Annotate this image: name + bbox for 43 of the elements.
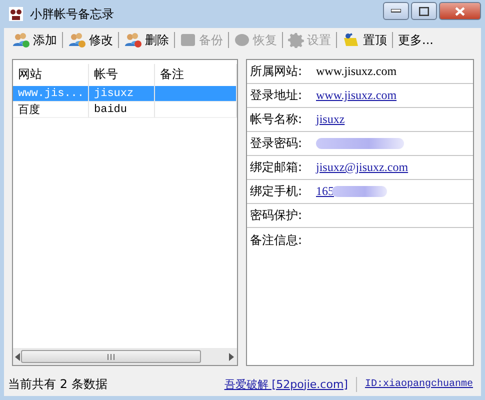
users-icon <box>124 32 142 48</box>
field-link[interactable]: jisuxz@jisuxz.com <box>316 160 408 175</box>
minimize-button[interactable] <box>383 2 409 20</box>
status-link[interactable]: ID:xiaopangchuanme <box>356 378 477 390</box>
field-label: 登录密码: <box>250 135 304 152</box>
window-title: 小胖帐号备忘录 <box>30 6 114 22</box>
horizontal-scrollbar[interactable] <box>13 348 237 365</box>
maximize-icon <box>419 6 429 16</box>
field-label: 绑定手机: <box>250 183 304 200</box>
users-icon <box>68 32 86 48</box>
users-icon <box>12 32 30 48</box>
table-cell[interactable] <box>155 86 237 102</box>
field-value: www.jisuxz.com <box>316 64 397 79</box>
grip-icon <box>106 354 116 360</box>
field-link[interactable]: www.jisuxz.com <box>316 88 397 103</box>
toolbar-button[interactable]: 删除 <box>120 32 173 48</box>
table-cell[interactable] <box>155 102 237 118</box>
toolbar-button[interactable]: 更多... <box>394 32 438 48</box>
gear-icon <box>288 32 304 48</box>
scroll-thumb[interactable] <box>21 350 201 363</box>
field-label: 绑定邮箱: <box>250 159 304 176</box>
app-icon <box>8 6 24 22</box>
blurred-value <box>332 186 387 197</box>
toolbar-button[interactable]: 添加 <box>8 32 61 48</box>
close-button[interactable] <box>439 2 481 20</box>
left-arrow-icon[interactable] <box>15 352 21 360</box>
toolbar-button[interactable]: 修改 <box>64 32 117 48</box>
field-label: 密码保护: <box>250 207 304 224</box>
field-label: 备注信息: <box>250 232 304 248</box>
field-link[interactable]: jisuxz <box>316 112 345 127</box>
status-link[interactable]: 吾爱破解 [52pojie.com] <box>216 376 357 392</box>
field-label: 帐号名称: <box>250 111 304 128</box>
status-text: 当前共有 2 条数据 <box>8 376 108 392</box>
right-arrow-icon[interactable] <box>229 352 235 360</box>
table-cell[interactable]: 百度 <box>13 102 89 118</box>
pin-icon <box>342 32 360 48</box>
maximize-button[interactable] <box>411 2 437 20</box>
toolbar-button[interactable]: 置顶 <box>338 32 391 48</box>
close-icon <box>455 6 465 16</box>
field-label: 所属网站: <box>250 63 304 80</box>
minimize-icon <box>391 9 401 13</box>
field-label: 登录地址: <box>250 87 304 104</box>
table-cell[interactable]: baidu <box>89 102 155 118</box>
